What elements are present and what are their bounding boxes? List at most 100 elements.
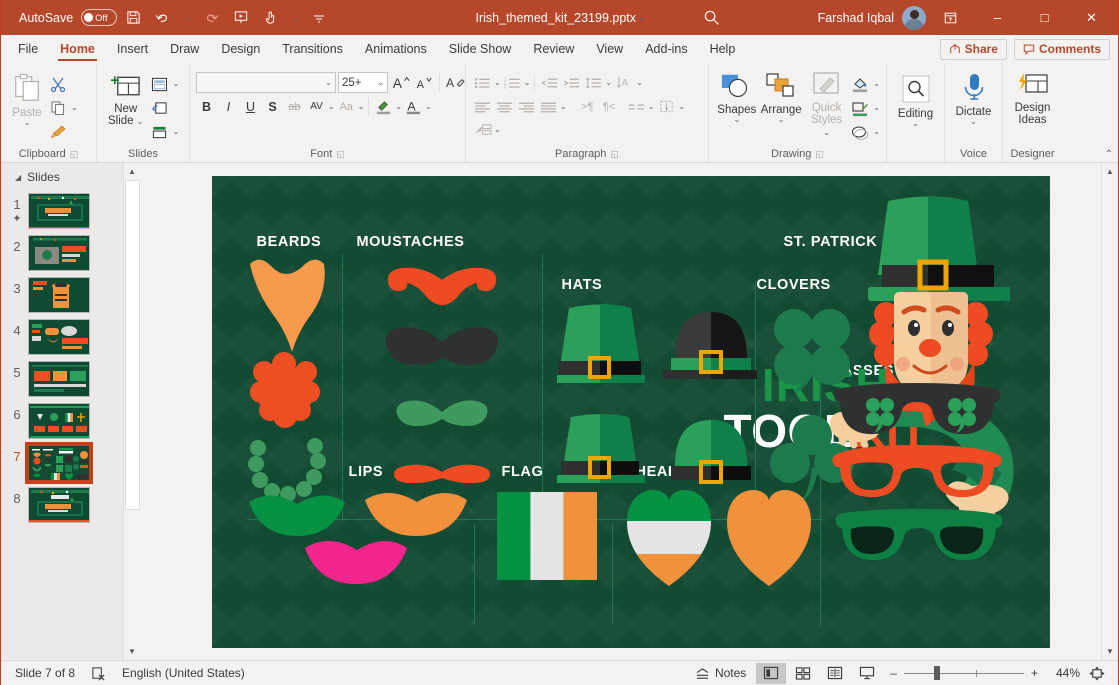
font-color-caret-icon[interactable]: ⌄	[425, 103, 432, 111]
canvas-scroll-down-arrow-icon[interactable]: ▼	[1102, 643, 1119, 660]
new-slide-button[interactable]: NewSlide ⌄	[103, 69, 148, 129]
shape-outline-button[interactable]	[849, 97, 871, 119]
shape-effects-button[interactable]	[849, 121, 871, 143]
slide-thumbnail[interactable]	[28, 403, 90, 439]
numbering-button[interactable]: 123	[502, 72, 523, 93]
undo-icon[interactable]	[149, 5, 177, 31]
avatar[interactable]	[902, 6, 926, 30]
fit-slide-to-window-icon[interactable]	[1082, 663, 1112, 684]
accessibility-checker-icon[interactable]	[83, 666, 114, 681]
text-shadow-button[interactable]: S	[262, 96, 283, 117]
customize-quick-access-icon[interactable]	[305, 5, 333, 31]
character-spacing-caret-icon[interactable]: ⌄	[328, 103, 335, 111]
shape-fill-caret-icon[interactable]: ⌄	[873, 80, 880, 88]
line-spacing-button[interactable]	[583, 72, 604, 93]
strikethrough-button[interactable]: ab	[284, 96, 305, 117]
layout-dropdown-caret-icon[interactable]: ⌄	[172, 80, 179, 88]
tab-draw[interactable]: Draw	[159, 35, 210, 63]
list-item[interactable]: 5	[1, 358, 122, 400]
start-slideshow-icon[interactable]	[227, 5, 255, 31]
justify-caret-icon[interactable]: ⌄	[560, 103, 567, 111]
touch-mode-dropdown-caret-icon[interactable]: ⌄	[287, 5, 303, 31]
zoom-in-button[interactable]: +	[1031, 666, 1038, 680]
shape-outline-caret-icon[interactable]: ⌄	[873, 104, 880, 112]
tab-view[interactable]: View	[585, 35, 634, 63]
columns-caret-icon[interactable]: ⌄	[648, 103, 655, 111]
grow-font-button[interactable]: A	[390, 72, 411, 93]
highlight-caret-icon[interactable]: ⌄	[395, 103, 402, 111]
list-item[interactable]: 6	[1, 400, 122, 442]
ltr-text-button[interactable]: ¶<	[599, 96, 620, 117]
shape-fill-button[interactable]	[849, 73, 871, 95]
zoom-handle[interactable]	[934, 666, 940, 680]
moustaches-group[interactable]	[362, 260, 522, 515]
editing-caret-icon[interactable]: ⌄	[912, 120, 919, 128]
slideshow-view-icon[interactable]	[852, 663, 882, 684]
zoom-out-button[interactable]: –	[890, 666, 897, 680]
numbering-caret-icon[interactable]: ⌄	[524, 79, 531, 87]
italic-button[interactable]: I	[218, 96, 239, 117]
tab-design[interactable]: Design	[210, 35, 271, 63]
undo-dropdown-caret-icon[interactable]: ⌄	[179, 5, 195, 31]
zoom-level-label[interactable]: 44%	[1046, 666, 1080, 680]
align-text-button[interactable]	[656, 96, 677, 117]
collapse-triangle-icon[interactable]: ◢	[15, 173, 21, 182]
tab-insert[interactable]: Insert	[106, 35, 159, 63]
convert-to-smartart-button[interactable]	[472, 119, 493, 140]
slides-thumbnail-list[interactable]: 1 ✦ 2 3	[1, 190, 140, 660]
slide-count-label[interactable]: Slide 7 of 8	[7, 666, 83, 680]
paste-button[interactable]: Paste ⌄	[7, 69, 47, 129]
slide-thumbnail[interactable]	[28, 361, 90, 397]
tab-review[interactable]: Review	[522, 35, 585, 63]
tab-animations[interactable]: Animations	[354, 35, 438, 63]
slide-sorter-icon[interactable]	[788, 663, 818, 684]
bold-button[interactable]: B	[196, 96, 217, 117]
font-size-caret-icon[interactable]: ⌄	[377, 79, 384, 87]
dictate-button[interactable]: Dictate ⌄	[951, 69, 996, 128]
rtl-text-button[interactable]: >¶	[577, 96, 598, 117]
slide-thumbnail[interactable]	[28, 277, 90, 313]
tab-help[interactable]: Help	[699, 35, 747, 63]
shapes-caret-icon[interactable]: ⌄	[733, 116, 740, 124]
hats-group[interactable]	[557, 298, 757, 518]
notes-button[interactable]: Notes	[687, 666, 754, 680]
copy-button[interactable]	[47, 97, 69, 119]
maximize-button[interactable]: □	[1022, 1, 1067, 34]
clear-formatting-button[interactable]: A	[445, 72, 466, 93]
slide-thumbnail[interactable]	[28, 445, 90, 481]
list-item[interactable]: 4	[1, 316, 122, 358]
lips-group[interactable]	[247, 486, 467, 596]
text-direction-button[interactable]: A	[614, 72, 635, 93]
text-highlight-color-button[interactable]	[373, 96, 394, 117]
list-item[interactable]: 2	[1, 232, 122, 274]
save-icon[interactable]	[119, 5, 147, 31]
quick-styles-button[interactable]: QuickStyles ⌄	[804, 69, 849, 140]
character-spacing-button[interactable]: AV	[306, 96, 327, 117]
list-item[interactable]: 7	[1, 442, 122, 484]
list-item[interactable]: 8	[1, 484, 122, 526]
underline-button[interactable]: U	[240, 96, 261, 117]
list-item[interactable]: 3	[1, 274, 122, 316]
slide-thumbnail[interactable]	[28, 487, 90, 523]
tab-file[interactable]: File	[7, 35, 49, 63]
redo-icon[interactable]	[197, 5, 225, 31]
decrease-indent-button[interactable]	[539, 72, 560, 93]
increase-indent-button[interactable]	[561, 72, 582, 93]
tab-home[interactable]: Home	[49, 35, 106, 63]
beards-group[interactable]	[242, 256, 337, 514]
scroll-down-arrow-icon[interactable]: ▼	[124, 643, 141, 660]
collapse-ribbon-chevron-icon[interactable]: ⌃	[1105, 149, 1113, 160]
list-item[interactable]: 1 ✦	[1, 190, 122, 232]
format-painter-button[interactable]	[47, 121, 69, 143]
scrollbar-thumb[interactable]	[125, 180, 140, 510]
font-size-input[interactable]: 25+ ⌄	[338, 72, 388, 93]
touch-mode-icon[interactable]	[257, 5, 285, 31]
slide-thumbnail[interactable]	[28, 235, 90, 271]
shapes-button[interactable]: Shapes ⌄	[715, 69, 759, 126]
bullets-button[interactable]	[472, 72, 493, 93]
reset-slide-button[interactable]	[148, 97, 170, 119]
comments-button[interactable]: Comments	[1014, 39, 1110, 60]
slides-panel-scrollbar[interactable]: ▲ ▼	[123, 163, 140, 660]
tab-transitions[interactable]: Transitions	[271, 35, 354, 63]
tab-slide-show[interactable]: Slide Show	[438, 35, 523, 63]
